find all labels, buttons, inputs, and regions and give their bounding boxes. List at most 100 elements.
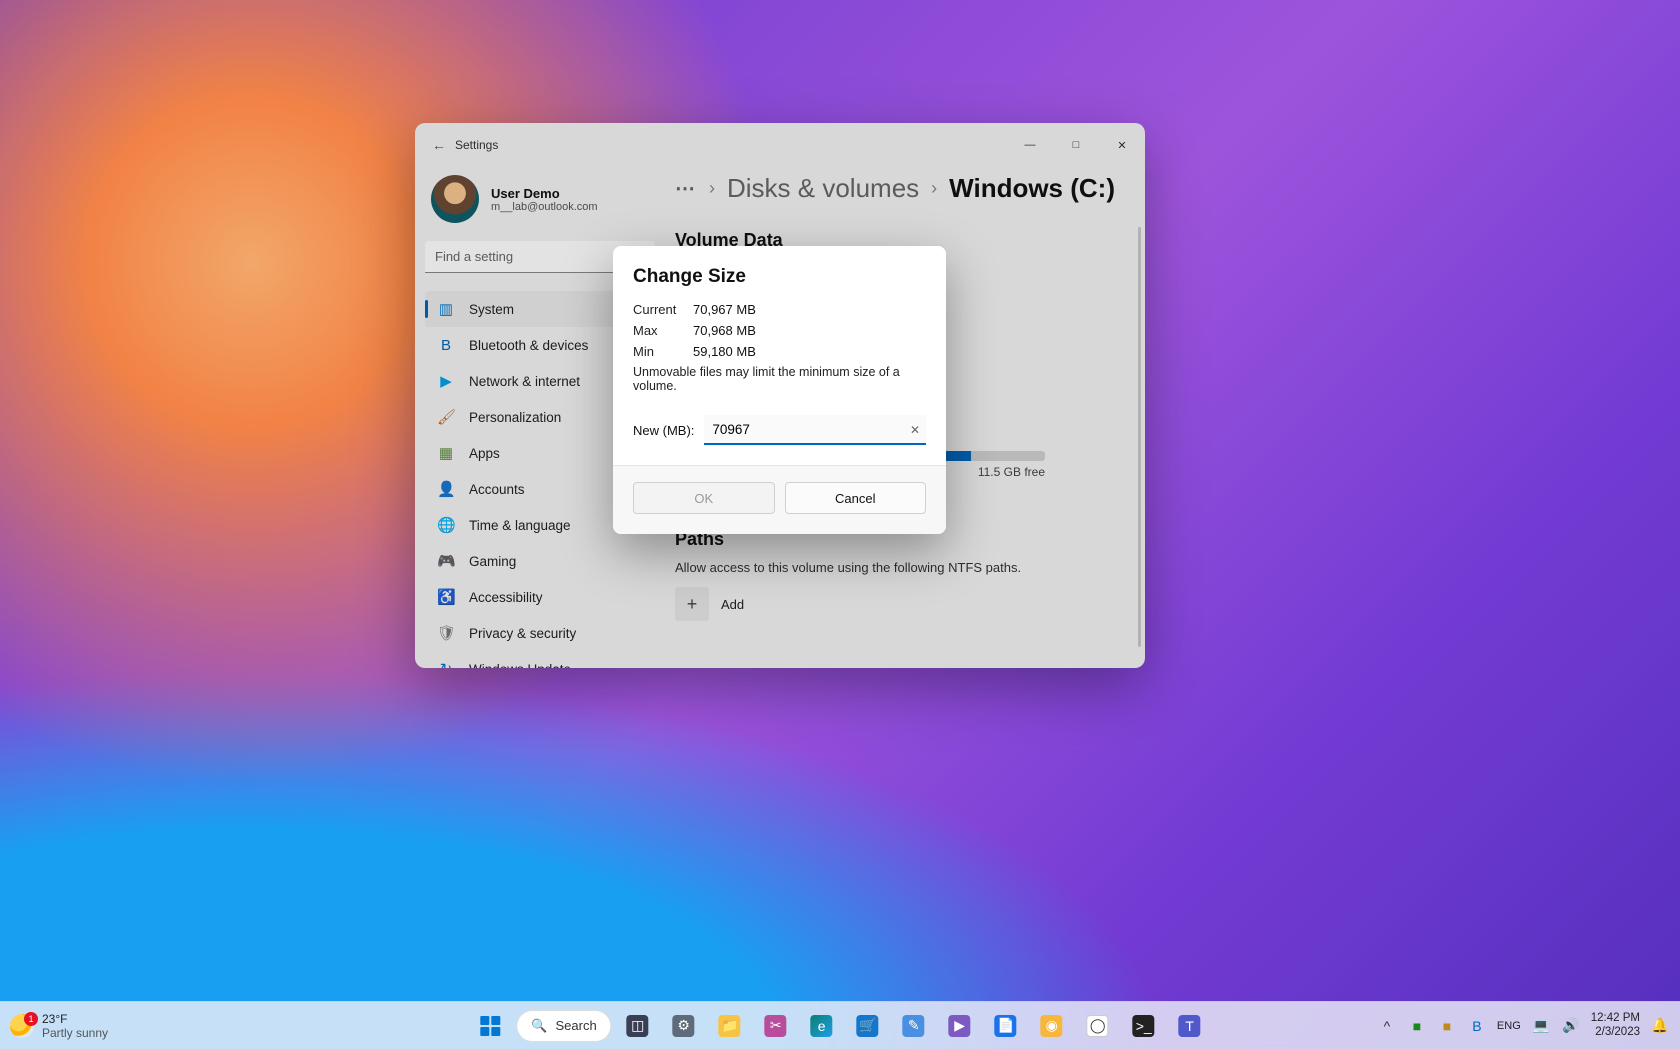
clear-input-icon[interactable]: ✕ [910, 423, 920, 437]
wifi-icon: ▶ [437, 372, 455, 390]
app-docs[interactable]: 📄 [986, 1006, 1026, 1046]
row-min: Min 59,180 MB [633, 344, 926, 359]
titlebar: ← Settings ― □ ✕ [415, 123, 1145, 167]
value-current: 70,967 MB [693, 302, 756, 317]
new-size-label: New (MB): [633, 423, 694, 438]
add-path-button[interactable]: + [675, 587, 709, 621]
app-teams[interactable]: T [1170, 1006, 1210, 1046]
app-settings[interactable]: ⚙ [664, 1006, 704, 1046]
system-tray: ^ ■ ■ B ENG 💻 🔊 12:42 PM 2/3/2023 🔔 [1377, 1012, 1670, 1040]
store-icon: 🛒 [857, 1015, 879, 1037]
tray-chevron-up-icon[interactable]: ^ [1377, 1018, 1397, 1034]
add-path-label: Add [721, 597, 744, 612]
tray-date: 2/3/2023 [1591, 1026, 1640, 1040]
search-icon: 🔍 [531, 1018, 547, 1034]
chrome-icon: ◯ [1087, 1015, 1109, 1037]
weather-widget[interactable]: 1 23°F Partly sunny [10, 1012, 108, 1040]
window-controls: ― □ ✕ [1007, 123, 1145, 167]
tray-bluetooth-icon[interactable]: B [1467, 1018, 1487, 1034]
taskbar-search-label: Search [555, 1018, 596, 1033]
sidebar-item-label: Time & language [469, 518, 571, 533]
accessibility-icon: ♿ [437, 588, 455, 606]
app-snipping[interactable]: ✂ [756, 1006, 796, 1046]
tray-language[interactable]: ENG [1497, 1020, 1521, 1032]
sidebar-item-label: System [469, 302, 514, 317]
sidebar-item-accessibility[interactable]: ♿ Accessibility [425, 579, 655, 615]
tray-clock[interactable]: 12:42 PM 2/3/2023 [1591, 1012, 1640, 1040]
app-keep[interactable]: ◉ [1032, 1006, 1072, 1046]
breadcrumb-more-icon[interactable]: ⋯ [675, 176, 697, 201]
desktop: ← Settings ― □ ✕ User Demo m__lab@outloo… [0, 0, 1680, 1049]
weather-temp: 23°F [42, 1012, 108, 1026]
notification-badge: 1 [24, 1012, 38, 1026]
user-card[interactable]: User Demo m__lab@outlook.com [425, 167, 655, 241]
ok-button[interactable]: OK [633, 482, 775, 514]
person-icon: 👤 [437, 480, 455, 498]
app-edge[interactable]: e [802, 1006, 842, 1046]
breadcrumb-parent[interactable]: Disks & volumes [727, 173, 919, 204]
tray-volume-icon[interactable]: 🔊 [1561, 1017, 1581, 1034]
label-min: Min [633, 344, 693, 359]
teams-icon: T [1179, 1015, 1201, 1037]
bulb-icon: ◉ [1041, 1015, 1063, 1037]
paths-description: Allow access to this volume using the fo… [675, 560, 1115, 575]
app-explorer[interactable]: 📁 [710, 1006, 750, 1046]
edge-icon: e [811, 1015, 833, 1037]
label-max: Max [633, 323, 693, 338]
taskbar-center: 🔍 Search ◫ ⚙ 📁 ✂ e 🛒 ✎ ▶ 📄 ◉ ◯ >_ T [470, 1006, 1209, 1046]
task-view-button[interactable]: ◫ [618, 1006, 658, 1046]
weather-cond: Partly sunny [42, 1026, 108, 1040]
cancel-button[interactable]: Cancel [785, 482, 927, 514]
windows-logo-icon [480, 1016, 500, 1036]
shield-icon: 🛡 [437, 624, 455, 642]
bluetooth-icon: B [437, 337, 455, 354]
value-min: 59,180 MB [693, 344, 756, 359]
sidebar-item-gaming[interactable]: 🎮 Gaming [425, 543, 655, 579]
tray-network-icon[interactable]: 💻 [1531, 1017, 1551, 1034]
app-chrome[interactable]: ◯ [1078, 1006, 1118, 1046]
scrollbar[interactable] [1138, 227, 1141, 647]
app-terminal[interactable]: >_ [1124, 1006, 1164, 1046]
tray-app-icon[interactable]: ■ [1437, 1018, 1457, 1034]
new-size-field: New (MB): ✕ [633, 415, 926, 445]
row-current: Current 70,967 MB [633, 302, 926, 317]
taskview-icon: ◫ [627, 1015, 649, 1037]
minimize-button[interactable]: ― [1007, 123, 1053, 167]
window-title: Settings [455, 138, 498, 152]
close-button[interactable]: ✕ [1099, 123, 1145, 167]
value-max: 70,968 MB [693, 323, 756, 338]
tray-notifications-icon[interactable]: 🔔 [1650, 1017, 1670, 1034]
gamepad-icon: 🎮 [437, 552, 455, 570]
tray-app-icon[interactable]: ■ [1407, 1018, 1427, 1034]
breadcrumb: ⋯ › Disks & volumes › Windows (C:) [675, 167, 1115, 218]
folder-icon: 📁 [719, 1015, 741, 1037]
sidebar-item-label: Gaming [469, 554, 516, 569]
app-notepad[interactable]: ✎ [894, 1006, 934, 1046]
new-size-input[interactable] [704, 415, 926, 445]
sidebar-item-label: Accounts [469, 482, 525, 497]
video-icon: ▶ [949, 1015, 971, 1037]
maximize-button[interactable]: □ [1053, 123, 1099, 167]
dialog-title: Change Size [633, 266, 926, 288]
terminal-icon: >_ [1133, 1015, 1155, 1037]
back-button[interactable]: ← [423, 137, 455, 153]
sidebar-item-privacy[interactable]: 🛡 Privacy & security [425, 615, 655, 651]
breadcrumb-current: Windows (C:) [949, 173, 1115, 204]
sidebar-item-windows-update[interactable]: ↻ Windows Update [425, 651, 655, 668]
brush-icon: 🖌 [437, 408, 455, 426]
scissors-icon: ✂ [765, 1015, 787, 1037]
row-max: Max 70,968 MB [633, 323, 926, 338]
user-email: m__lab@outlook.com [491, 201, 598, 213]
gear-icon: ⚙ [673, 1015, 695, 1037]
avatar [431, 175, 479, 223]
label-current: Current [633, 302, 693, 317]
chevron-right-icon: › [709, 178, 715, 199]
app-store[interactable]: 🛒 [848, 1006, 888, 1046]
search-placeholder: Find a setting [435, 249, 513, 264]
start-button[interactable] [470, 1006, 510, 1046]
weather-icon: 1 [10, 1014, 34, 1038]
tray-time: 12:42 PM [1591, 1012, 1640, 1026]
app-clipchamp[interactable]: ▶ [940, 1006, 980, 1046]
taskbar-search[interactable]: 🔍 Search [516, 1010, 611, 1042]
sidebar-item-label: Windows Update [469, 662, 571, 669]
